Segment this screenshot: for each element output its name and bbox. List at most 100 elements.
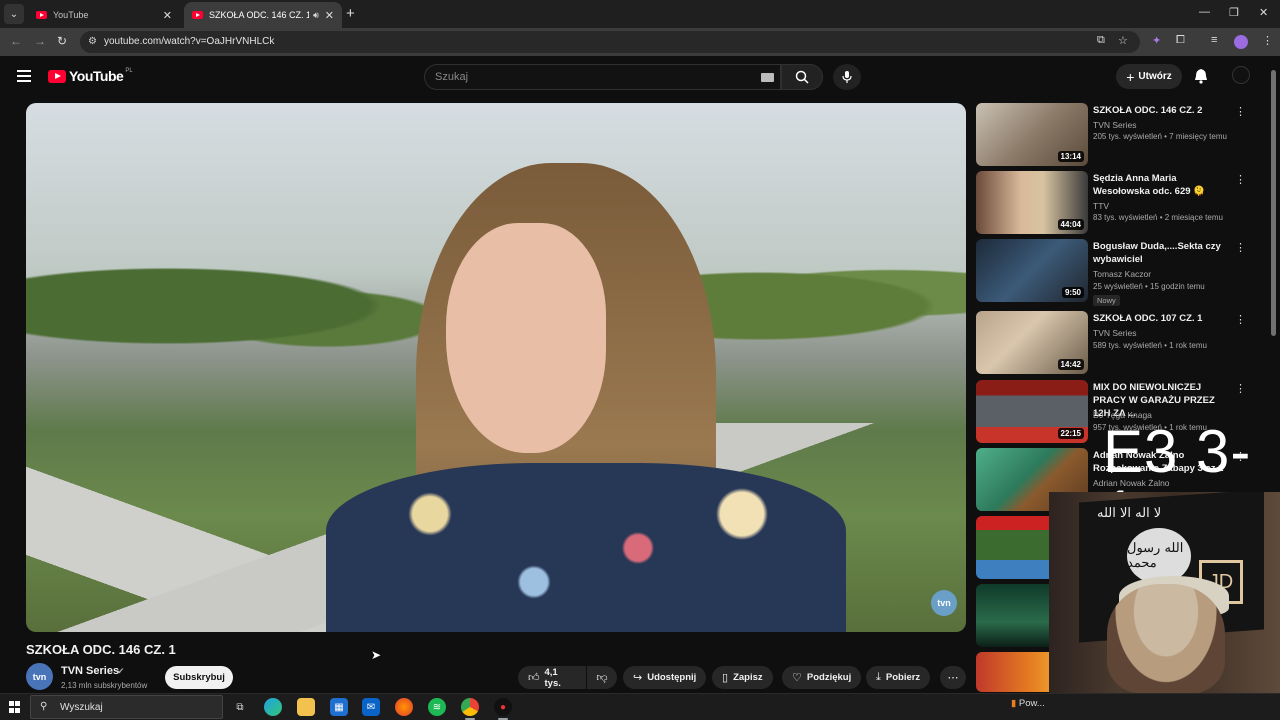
video-thumbnail[interactable]: 22:15: [976, 380, 1088, 443]
close-tab-icon[interactable]: ✕: [163, 9, 172, 22]
channel-avatar[interactable]: tvn: [26, 663, 53, 690]
outlook-icon[interactable]: ✉: [362, 698, 380, 716]
search-button[interactable]: [781, 64, 823, 90]
spotify-icon[interactable]: ≋: [428, 698, 446, 716]
share-label: Udostępnij: [647, 672, 697, 683]
tab-youtube[interactable]: YouTube ✕: [28, 2, 180, 28]
restore-window-button[interactable]: ❐: [1229, 6, 1239, 19]
back-arrow-icon[interactable]: ←: [10, 34, 22, 48]
address-bar[interactable]: ⚙ youtube.com/watch?v=OaJHrVNHLCk: [80, 31, 1140, 53]
search-icon: ⚲: [40, 701, 48, 712]
voice-search-button[interactable]: [833, 64, 861, 90]
recommendation-item[interactable]: 44:04 Sędzia Anna Maria Wesołowska odc. …: [976, 171, 1266, 235]
recommendation-title[interactable]: Bogusław Duda,....Sekta czy wybawiciel: [1093, 240, 1229, 266]
channel-watermark[interactable]: tvn: [931, 590, 957, 616]
recommendation-title[interactable]: Sędzia Anna Maria Wesołowska odc. 629 🫠: [1093, 172, 1229, 198]
more-actions-button[interactable]: ⋯: [940, 666, 966, 689]
video-thumbnail[interactable]: 9:50: [976, 239, 1088, 302]
share-button[interactable]: ↪ Udostępnij: [623, 666, 707, 689]
create-button[interactable]: + Utwórz: [1116, 64, 1182, 89]
bookmark-star-icon[interactable]: ☆: [1118, 34, 1128, 47]
browser-tab-bar: ⌄ YouTube ✕ SZKOŁA ODC. 146 CZ. 1 - Yo 🔊…: [0, 0, 1280, 28]
share-arrow-icon: ↪: [633, 672, 643, 684]
account-avatar[interactable]: [1232, 66, 1250, 84]
close-tab-icon[interactable]: ✕: [325, 9, 334, 22]
plus-icon: +: [1126, 68, 1135, 85]
like-count: 4,1 tys.: [544, 666, 561, 689]
channel-name[interactable]: TVN Series: [61, 665, 119, 677]
url-text[interactable]: youtube.com/watch?v=OaJHrVNHLCk: [104, 36, 274, 47]
recommendation-item[interactable]: 13:14 SZKOŁA ODC. 146 CZ. 2 TVN Series 2…: [976, 103, 1266, 167]
tab-video[interactable]: SZKOŁA ODC. 146 CZ. 1 - Yo 🔊︎ ✕: [184, 2, 342, 28]
video-duration: 9:50: [1061, 287, 1084, 298]
thanks-button[interactable]: ♡ Podziękuj: [782, 666, 862, 689]
subscriber-count: 2,13 mln subskrybentów: [61, 681, 148, 690]
menu-hamburger-icon[interactable]: [17, 70, 31, 82]
create-label: Utwórz: [1138, 71, 1172, 82]
taskbar-search-input[interactable]: ⚲ Wyszukaj: [30, 695, 223, 719]
recommendation-meta: 25 wyświetleń • 15 godzin temu: [1093, 282, 1205, 291]
more-vertical-icon[interactable]: ⋮: [1235, 105, 1246, 118]
taskbar-notification[interactable]: ▮ Pow...: [1011, 698, 1045, 709]
verified-icon: ✔: [117, 666, 125, 676]
forward-arrow-icon[interactable]: →: [34, 34, 46, 48]
browser-profile-avatar[interactable]: [1234, 35, 1248, 49]
flag-text: لا اله الا الله: [1097, 506, 1162, 521]
edge-browser-icon[interactable]: [264, 698, 282, 716]
recommendation-channel[interactable]: Tomasz Kaczor: [1093, 269, 1151, 279]
browser-menu-icon[interactable]: ⋮: [1262, 34, 1273, 47]
recommendation-channel[interactable]: TVN Series: [1093, 120, 1136, 130]
site-info-icon[interactable]: ⚙: [88, 36, 97, 47]
task-view-icon[interactable]: ⧉: [231, 698, 249, 716]
chrome-icon[interactable]: [461, 698, 479, 716]
more-vertical-icon[interactable]: ⋮: [1235, 382, 1246, 395]
page-scrollbar[interactable]: [1271, 70, 1276, 336]
extension-icon[interactable]: ✦: [1152, 34, 1161, 47]
keyboard-icon[interactable]: [761, 73, 774, 82]
firefox-icon[interactable]: [395, 698, 413, 716]
audio-playing-icon[interactable]: 🔊︎: [313, 10, 319, 21]
browser-toolbar: ← → ↻ ⚙ youtube.com/watch?v=OaJHrVNHLCk: [0, 28, 1280, 56]
youtube-logo[interactable]: YouTube PL: [48, 68, 133, 84]
recommendation-meta: 83 tys. wyświetleń • 2 miesiące temu: [1093, 213, 1223, 222]
extensions-puzzle-icon[interactable]: ⧠: [1176, 34, 1185, 47]
microsoft-store-icon[interactable]: ▦: [330, 698, 348, 716]
new-tab-button[interactable]: +: [346, 5, 355, 22]
thumbs-down-icon: 👎︎: [596, 672, 608, 684]
dislike-button[interactable]: 👎︎: [587, 666, 617, 689]
recommendation-item[interactable]: 14:42 SZKOŁA ODC. 107 CZ. 1 TVN Series 5…: [976, 311, 1266, 375]
close-window-button[interactable]: ✕: [1259, 6, 1268, 19]
more-vertical-icon[interactable]: ⋮: [1235, 173, 1246, 186]
download-button[interactable]: ⤓ Pobierz: [866, 666, 931, 689]
tab-search-button[interactable]: ⌄: [4, 4, 24, 24]
install-app-icon[interactable]: ⧉: [1097, 34, 1105, 47]
video-player[interactable]: [26, 103, 966, 632]
video-duration: 44:04: [1057, 219, 1084, 230]
save-label: Zapisz: [733, 672, 763, 683]
youtube-favicon-icon: [36, 11, 47, 19]
recommendation-title[interactable]: SZKOŁA ODC. 107 CZ. 1: [1093, 312, 1229, 325]
obs-recording-icon[interactable]: ●: [494, 698, 512, 716]
video-thumbnail[interactable]: 14:42: [976, 311, 1088, 374]
recommendation-item[interactable]: 9:50 Bogusław Duda,....Sekta czy wybawic…: [976, 239, 1266, 306]
recommendation-channel[interactable]: TTV: [1093, 201, 1109, 211]
recommendation-channel[interactable]: TVN Series: [1093, 328, 1136, 338]
media-control-icon[interactable]: ≡: [1211, 34, 1217, 46]
save-button[interactable]: ▯ Zapisz: [712, 666, 773, 689]
more-vertical-icon[interactable]: ⋮: [1235, 241, 1246, 254]
more-vertical-icon[interactable]: ⋮: [1235, 313, 1246, 326]
search-input[interactable]: Szukaj: [424, 64, 781, 90]
file-explorer-icon[interactable]: [297, 698, 315, 716]
minimize-window-button[interactable]: —: [1199, 6, 1210, 18]
download-label: Pobierz: [885, 672, 921, 683]
reload-icon[interactable]: ↻: [57, 34, 67, 48]
youtube-wordmark: YouTube: [69, 68, 124, 84]
subscribe-button[interactable]: Subskrybuj: [165, 666, 233, 689]
recommendation-title[interactable]: SZKOŁA ODC. 146 CZ. 2: [1093, 104, 1229, 117]
video-thumbnail[interactable]: 44:04: [976, 171, 1088, 234]
notifications-button[interactable]: [1194, 68, 1208, 89]
like-button[interactable]: 👍︎ 4,1 tys.: [518, 666, 586, 689]
windows-start-icon[interactable]: [9, 701, 21, 713]
microphone-icon: [842, 71, 852, 83]
video-thumbnail[interactable]: 13:14: [976, 103, 1088, 166]
